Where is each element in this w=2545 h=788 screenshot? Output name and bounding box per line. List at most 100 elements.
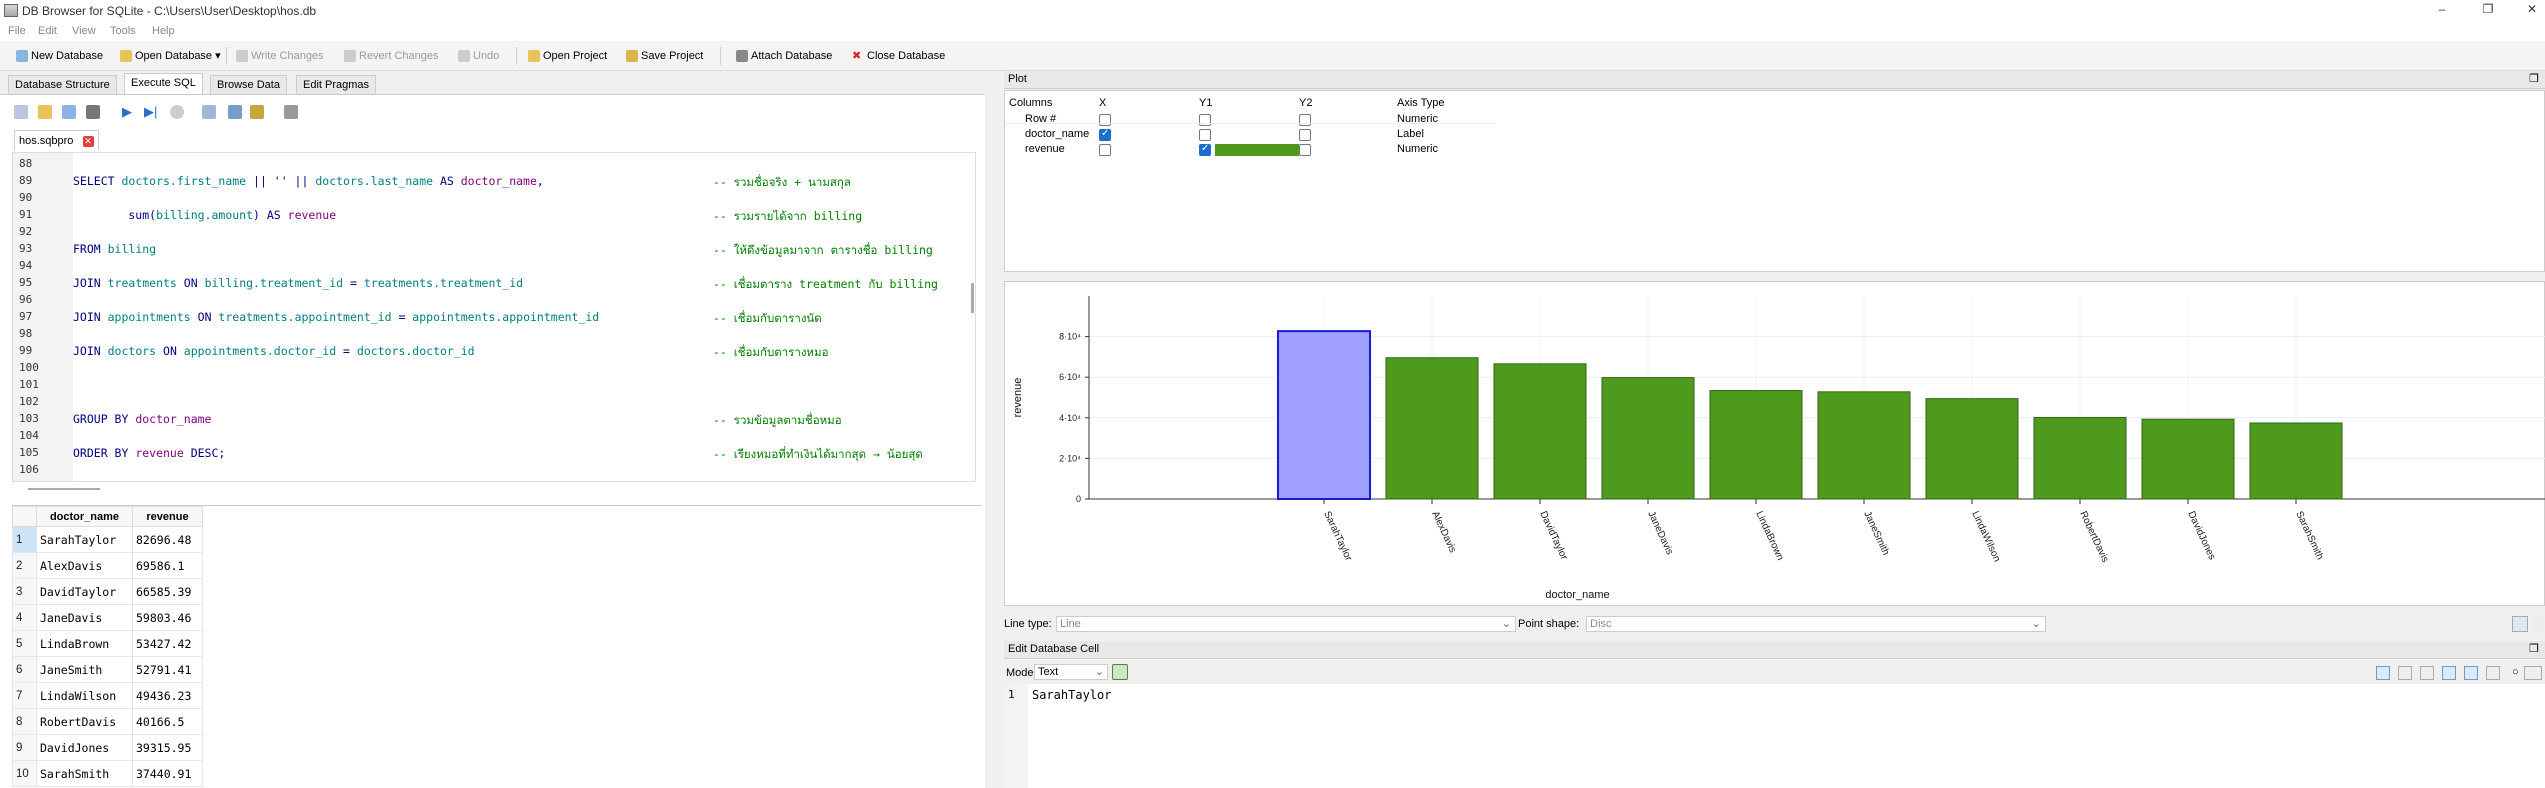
row-number[interactable]: 4 (12, 604, 37, 631)
row-number[interactable]: 8 (12, 708, 37, 735)
table-row[interactable]: 1 SarahTaylor 82696.48 (12, 526, 203, 553)
write-changes-button[interactable]: Write Changes (234, 46, 324, 66)
table-row[interactable]: 5 LindaBrown 53427.42 (12, 630, 203, 657)
cell-doctor-name[interactable]: LindaWilson (36, 682, 133, 709)
row-number[interactable]: 2 (12, 552, 37, 579)
execute-all-icon[interactable]: ▶ (122, 105, 136, 119)
row-number[interactable]: 6 (12, 656, 37, 683)
cell-revenue[interactable]: 40166.5 (132, 708, 203, 735)
plot-menu-icon[interactable] (2532, 616, 2544, 632)
minimize-icon[interactable]: – (2432, 2, 2452, 20)
table-row[interactable]: 10 SarahSmith 37440.91 (12, 760, 203, 787)
y1-checkbox[interactable] (1199, 114, 1211, 126)
menu-help[interactable]: Help (152, 25, 175, 37)
import-icon[interactable] (2420, 666, 2434, 680)
cell-doctor-name[interactable]: JaneDavis (36, 604, 133, 631)
revert-changes-button[interactable]: Revert Changes (342, 46, 439, 66)
mode-select[interactable]: Text ⌄ (1034, 664, 1108, 680)
close-database-button[interactable]: ✖ Close Database (850, 46, 945, 66)
table-row[interactable]: 8 RobertDavis 40166.5 (12, 708, 203, 735)
close-tab-icon[interactable]: ✕ (82, 136, 94, 147)
cell-doctor-name[interactable]: LindaBrown (36, 630, 133, 657)
undock-icon[interactable]: ❐ (2529, 642, 2539, 655)
cell-revenue[interactable]: 82696.48 (132, 526, 203, 553)
column-header-revenue[interactable]: revenue (132, 506, 203, 527)
cell-doctor-name[interactable]: AlexDavis (36, 552, 133, 579)
editor-scrollbar[interactable] (971, 283, 974, 313)
table-row[interactable]: 3 DavidTaylor 66585.39 (12, 578, 203, 605)
table-row[interactable]: 7 LindaWilson 49436.23 (12, 682, 203, 709)
column-header-doctor-name[interactable]: doctor_name (36, 506, 133, 527)
export-icon[interactable] (2442, 666, 2456, 680)
x-checkbox[interactable] (1099, 114, 1111, 126)
table-row[interactable]: 2 AlexDavis 69586.1 (12, 552, 203, 579)
editor-hscrollbar[interactable] (28, 488, 100, 490)
y2-checkbox[interactable] (1299, 144, 1311, 156)
menu-tools[interactable]: Tools (110, 25, 136, 37)
tab-database-structure[interactable]: Database Structure (8, 75, 117, 94)
undock-icon[interactable]: ❐ (2529, 72, 2539, 85)
find-icon[interactable] (228, 105, 242, 119)
tab-execute-sql[interactable]: Execute SQL (124, 73, 203, 94)
cell-doctor-name[interactable]: JaneSmith (36, 656, 133, 683)
maximize-icon[interactable]: ❐ (2478, 2, 2498, 20)
close-icon[interactable]: ✕ (2522, 2, 2542, 20)
cell-revenue[interactable]: 69586.1 (132, 552, 203, 579)
menu-file[interactable]: File (8, 25, 26, 37)
next-icon[interactable] (2524, 666, 2542, 680)
x-checkbox[interactable] (1099, 128, 1111, 141)
y1-color-swatch[interactable] (1215, 144, 1299, 156)
word-wrap-icon[interactable] (2376, 666, 2390, 680)
y2-checkbox[interactable] (1299, 114, 1311, 126)
cell-revenue[interactable]: 66585.39 (132, 578, 203, 605)
table-row[interactable]: 6 JaneSmith 52791.41 (12, 656, 203, 683)
tab-browse-data[interactable]: Browse Data (210, 75, 287, 94)
row-number[interactable]: 3 (12, 578, 37, 605)
row-number[interactable]: 7 (12, 682, 37, 709)
row-number[interactable]: 5 (12, 630, 37, 657)
y1-checkbox[interactable] (1199, 129, 1211, 141)
edit-cell-text[interactable]: SarahTaylor (1028, 684, 2545, 788)
open-project-button[interactable]: Open Project (526, 46, 607, 66)
set-null-icon[interactable] (2464, 666, 2478, 680)
menu-view[interactable]: View (72, 25, 96, 37)
save-project-button[interactable]: Save Project (624, 46, 703, 66)
open-sql-file-icon[interactable] (38, 105, 52, 119)
cell-doctor-name[interactable]: DavidJones (36, 734, 133, 761)
cell-doctor-name[interactable]: RobertDavis (36, 708, 133, 735)
save-plot-icon[interactable] (2512, 616, 2528, 632)
point-shape-select[interactable]: Disc ⌄ (1586, 616, 2046, 632)
apply-icon[interactable] (2486, 666, 2500, 680)
table-row[interactable]: 9 DavidJones 39315.95 (12, 734, 203, 761)
save-results-icon[interactable] (202, 105, 216, 119)
find-replace-icon[interactable] (250, 105, 264, 119)
prev-icon[interactable]: ○ (2512, 666, 2520, 678)
cell-revenue[interactable]: 52791.41 (132, 656, 203, 683)
cell-revenue[interactable]: 53427.42 (132, 630, 203, 657)
attach-database-button[interactable]: Attach Database (734, 46, 832, 66)
row-number[interactable]: 1 (12, 526, 37, 553)
sql-file-tab[interactable]: hos.sqbpro ✕ (14, 130, 99, 150)
cell-doctor-name[interactable]: SarahSmith (36, 760, 133, 787)
cell-revenue[interactable]: 39315.95 (132, 734, 203, 761)
menu-edit[interactable]: Edit (38, 25, 57, 37)
tab-edit-pragmas[interactable]: Edit Pragmas (296, 75, 377, 94)
y1-checkbox[interactable] (1199, 143, 1211, 156)
row-number[interactable]: 9 (12, 734, 37, 761)
new-database-button[interactable]: New Database (14, 46, 103, 66)
table-row[interactable]: 4 JaneDavis 59803.46 (12, 604, 203, 631)
cell-revenue[interactable]: 59803.46 (132, 604, 203, 631)
execute-line-icon[interactable]: ▶| (144, 105, 158, 119)
print-icon[interactable] (86, 105, 100, 119)
undo-button[interactable]: Undo (456, 46, 499, 66)
cell-doctor-name[interactable]: DavidTaylor (36, 578, 133, 605)
line-type-select[interactable]: Line ⌄ (1056, 616, 1516, 632)
x-checkbox[interactable] (1099, 144, 1111, 156)
stop-execution-icon[interactable] (170, 105, 184, 119)
open-database-button[interactable]: Open Database ▾ (118, 46, 221, 66)
cell-revenue[interactable]: 37440.91 (132, 760, 203, 787)
comment-icon[interactable] (284, 105, 298, 119)
sql-editor[interactable]: 88 89 90 91 92 93 94 95 96 97 98 99 100 101 102 103 104 1… (12, 152, 976, 482)
y2-checkbox[interactable] (1299, 129, 1311, 141)
auto-format-icon[interactable] (2398, 666, 2412, 680)
